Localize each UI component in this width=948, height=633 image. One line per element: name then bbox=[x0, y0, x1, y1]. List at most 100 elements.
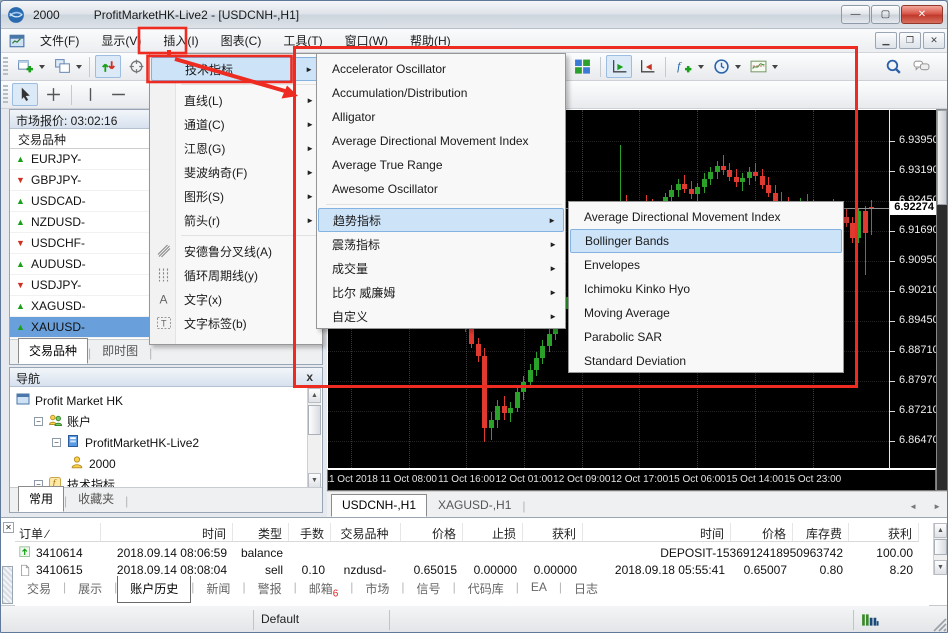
terminal-tab-6[interactable]: 市场 bbox=[353, 576, 401, 602]
chart-time-axis[interactable]: 11 Oct 201811 Oct 08:0011 Oct 16:0012 Oc… bbox=[327, 469, 936, 491]
profiles-dropdown[interactable] bbox=[76, 65, 82, 69]
menu-help[interactable]: 帮助(H) bbox=[399, 28, 462, 53]
periods-button[interactable] bbox=[708, 55, 734, 78]
menu-insert[interactable]: 插入(I) bbox=[152, 28, 209, 53]
terminal-scrollbar[interactable]: ▲ ▼ bbox=[933, 523, 947, 575]
insert-menu-item[interactable]: 文字标签(b)T bbox=[151, 311, 321, 335]
insert-menu-item[interactable]: 循环周期线(y) bbox=[151, 263, 321, 287]
column-header[interactable]: 库存费 bbox=[793, 523, 849, 541]
table-row[interactable]: 34106142018.09.14 08:06:59balanceDEPOSIT… bbox=[15, 542, 919, 563]
templates-button[interactable] bbox=[745, 55, 771, 78]
trend-menu-item[interactable]: Moving Average bbox=[570, 301, 842, 325]
chart-scrollbar[interactable] bbox=[936, 109, 948, 491]
mdi-close-button[interactable]: ✕ bbox=[923, 32, 945, 49]
indicators-menu-item[interactable]: Accelerator Oscillator bbox=[318, 57, 564, 81]
terminal-tab-2[interactable]: 账户历史 bbox=[117, 576, 191, 603]
terminal-tab-0[interactable]: 交易 bbox=[15, 576, 63, 602]
indicators-menu-item[interactable]: Alligator bbox=[318, 105, 564, 129]
chart-tabs-scroll-left-icon[interactable]: ◄ bbox=[901, 496, 925, 517]
profiles-button[interactable] bbox=[49, 55, 75, 78]
mdi-restore-button[interactable]: ❐ bbox=[899, 32, 921, 49]
market-watch-tab[interactable]: 即时图 bbox=[91, 338, 149, 364]
column-header[interactable]: 订单 ∕ bbox=[15, 523, 101, 541]
indicators-menu-item[interactable]: Average True Range bbox=[318, 153, 564, 177]
indicators-menu-item[interactable]: 比尔 威廉姆► bbox=[318, 280, 564, 304]
terminal-tab-8[interactable]: 代码库 bbox=[456, 576, 516, 602]
indicators-button[interactable]: f bbox=[671, 55, 697, 78]
column-header[interactable]: 价格 bbox=[731, 523, 793, 541]
status-profile[interactable]: Default bbox=[261, 612, 299, 626]
indicators-menu-item[interactable]: 趋势指标► bbox=[318, 208, 564, 232]
chat-button[interactable] bbox=[908, 55, 934, 78]
chart-tab[interactable]: USDCNH-,H1 bbox=[331, 494, 427, 517]
trend-menu-item[interactable]: Standard Deviation bbox=[570, 349, 842, 373]
terminal-tab-4[interactable]: 警报 bbox=[246, 576, 294, 602]
insert-menu-item[interactable]: 直线(L)► bbox=[151, 88, 321, 112]
terminal-tab-ea[interactable]: EA bbox=[519, 576, 559, 599]
navigator-close-icon[interactable]: x bbox=[303, 370, 316, 384]
menu-charts[interactable]: 图表(C) bbox=[210, 28, 273, 53]
column-header[interactable]: 交易品种 bbox=[331, 523, 401, 541]
column-header[interactable]: 止损 bbox=[463, 523, 523, 541]
window-close-button[interactable]: ✕ bbox=[901, 5, 943, 24]
insert-menu-item[interactable]: 江恩(G)► bbox=[151, 136, 321, 160]
trend-menu-item[interactable]: Ichimoku Kinko Hyo bbox=[570, 277, 842, 301]
trend-menu-item[interactable]: Bollinger Bands bbox=[570, 229, 842, 253]
terminal-close-icon[interactable]: ✕ bbox=[3, 522, 14, 533]
tile-windows-button[interactable] bbox=[569, 55, 595, 78]
window-minimize-button[interactable]: — bbox=[841, 5, 870, 24]
tree-item[interactable]: Profit Market HK bbox=[16, 390, 322, 411]
indicators-menu-item[interactable]: Accumulation/Distribution bbox=[318, 81, 564, 105]
vline-button[interactable] bbox=[77, 83, 103, 106]
indicators-menu-item[interactable]: Awesome Oscillator bbox=[318, 177, 564, 201]
periods-dropdown[interactable] bbox=[735, 65, 741, 69]
autoscroll-button[interactable] bbox=[606, 55, 632, 78]
market-watch-tab[interactable]: 交易品种 bbox=[18, 338, 88, 364]
crosshair-button[interactable] bbox=[40, 83, 66, 106]
toolbar-grip[interactable] bbox=[3, 57, 8, 77]
indicators-dropdown[interactable] bbox=[698, 65, 704, 69]
chart-tabs-scroll-right-icon[interactable]: ► bbox=[925, 496, 948, 517]
table-row[interactable]: 34106152018.09.14 08:08:04sell0.10nzdusd… bbox=[15, 563, 919, 576]
trend-menu-item[interactable]: Average Directional Movement Index bbox=[570, 205, 842, 229]
column-header[interactable]: 时间 bbox=[583, 523, 731, 541]
hline-button[interactable] bbox=[105, 83, 131, 106]
terminal-tab-1[interactable]: 展示 bbox=[66, 576, 114, 602]
market-watch-button[interactable] bbox=[95, 55, 121, 78]
search-button[interactable] bbox=[880, 55, 906, 78]
chart-shift-button[interactable] bbox=[634, 55, 660, 78]
column-header[interactable]: 价格 bbox=[401, 523, 463, 541]
tree-item[interactable]: 2000 bbox=[16, 453, 322, 474]
new-chart-dropdown[interactable] bbox=[39, 65, 45, 69]
column-header[interactable]: 时间 bbox=[101, 523, 233, 541]
column-header[interactable]: 获利 bbox=[849, 523, 919, 541]
column-header[interactable]: 类型 bbox=[233, 523, 289, 541]
trend-menu-item[interactable]: Envelopes bbox=[570, 253, 842, 277]
terminal-grip[interactable] bbox=[2, 566, 13, 604]
menu-file[interactable]: 文件(F) bbox=[29, 28, 90, 53]
indicators-menu-item[interactable]: 震荡指标► bbox=[318, 232, 564, 256]
tree-item[interactable]: −ProfitMarketHK-Live2 bbox=[16, 432, 322, 453]
chart-tab[interactable]: XAGUSD-,H1 bbox=[427, 494, 522, 517]
resize-grip[interactable] bbox=[933, 618, 947, 632]
navigator-tab[interactable]: 常用 bbox=[18, 486, 64, 512]
mdi-minimize-button[interactable]: ▁ bbox=[875, 32, 897, 49]
menu-view[interactable]: 显示(V) bbox=[90, 28, 152, 53]
cursor-button[interactable] bbox=[12, 83, 38, 106]
insert-menu-item[interactable]: 安德鲁分叉线(A) bbox=[151, 239, 321, 263]
new-order-button[interactable] bbox=[123, 55, 149, 78]
insert-menu-item[interactable]: 箭头(r)► bbox=[151, 208, 321, 232]
insert-menu-item[interactable]: 文字(x)A bbox=[151, 287, 321, 311]
tree-item[interactable]: −账户 bbox=[16, 411, 322, 432]
terminal-tab-10[interactable]: 日志 bbox=[562, 576, 610, 602]
toolbar-grip[interactable] bbox=[3, 85, 8, 105]
window-maximize-button[interactable]: ▢ bbox=[871, 5, 900, 24]
indicators-menu-item[interactable]: 自定义► bbox=[318, 304, 564, 328]
column-header[interactable]: 获利 bbox=[523, 523, 583, 541]
navigator-scrollbar[interactable]: ▲ ▼ bbox=[307, 388, 321, 488]
templates-dropdown[interactable] bbox=[772, 65, 778, 69]
terminal-tab-3[interactable]: 新闻 bbox=[194, 576, 242, 602]
terminal-tab-5[interactable]: 邮箱6 bbox=[297, 576, 351, 604]
column-header[interactable]: 手数 bbox=[289, 523, 331, 541]
insert-menu-item[interactable]: 技术指标► bbox=[151, 57, 321, 81]
